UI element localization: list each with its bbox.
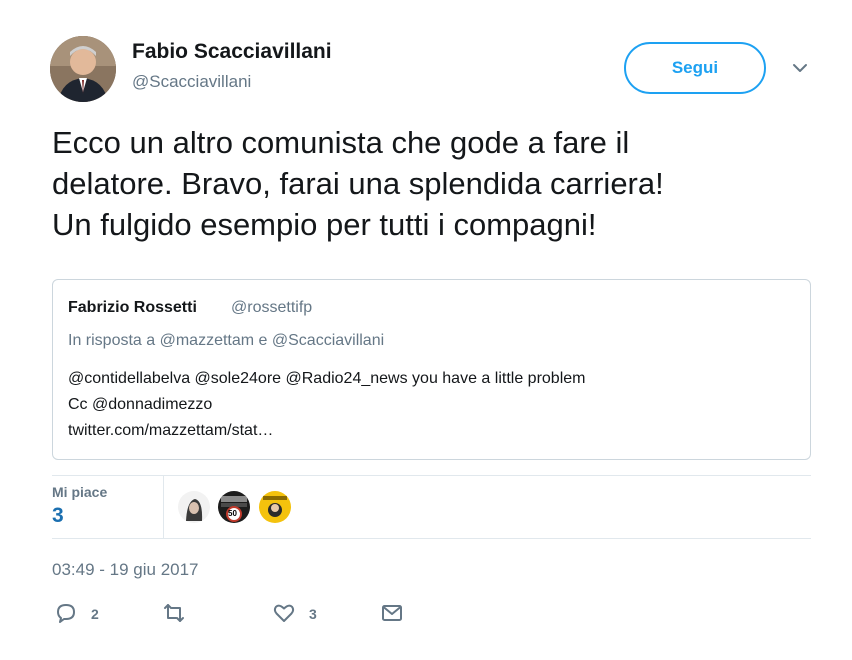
likes-count[interactable]: 3 bbox=[52, 504, 64, 528]
tweet-text: Ecco un altro comunista che gode a fare … bbox=[52, 125, 664, 242]
quoted-reply-to: In risposta a @mazzettam e @Scacciavilla… bbox=[68, 332, 385, 349]
liker-avatar-image bbox=[218, 491, 250, 523]
liker-avatar[interactable] bbox=[259, 491, 291, 523]
liker-avatar-image bbox=[259, 491, 291, 523]
divider bbox=[52, 475, 811, 476]
quoted-text-line: Cc @donnadimezzo bbox=[68, 396, 213, 413]
follow-button[interactable]: Segui bbox=[624, 42, 766, 94]
quoted-author-name: Fabrizio Rossetti bbox=[68, 299, 197, 316]
chevron-down-icon[interactable] bbox=[790, 60, 810, 76]
tweet-timestamp[interactable]: 03:49 - 19 giu 2017 bbox=[52, 560, 199, 580]
avatar-image bbox=[50, 36, 116, 102]
liker-avatar[interactable]: 50 bbox=[218, 491, 250, 523]
divider bbox=[52, 538, 811, 539]
liker-avatar[interactable] bbox=[178, 491, 210, 523]
quoted-text-line: @contidellabelva @sole24ore @Radio24_new… bbox=[68, 370, 586, 387]
author-name[interactable]: Fabio Scacciavillani bbox=[132, 40, 332, 64]
heart-icon[interactable] bbox=[272, 601, 296, 625]
author-avatar[interactable] bbox=[50, 36, 116, 102]
reply-count: 2 bbox=[91, 606, 99, 622]
like-count: 3 bbox=[309, 606, 317, 622]
quoted-link[interactable]: twitter.com/mazzettam/stat… bbox=[68, 422, 273, 440]
likes-label[interactable]: Mi piace bbox=[52, 484, 107, 500]
reply-icon[interactable] bbox=[54, 601, 78, 625]
author-handle[interactable]: @Scacciavillani bbox=[132, 72, 251, 92]
envelope-icon[interactable] bbox=[380, 601, 404, 625]
divider bbox=[163, 476, 164, 538]
retweet-icon[interactable] bbox=[162, 601, 186, 625]
liker-badge-text: 50 bbox=[228, 509, 237, 518]
quoted-author-handle: @rossettifp bbox=[231, 299, 313, 316]
liker-avatar-image bbox=[178, 491, 210, 523]
